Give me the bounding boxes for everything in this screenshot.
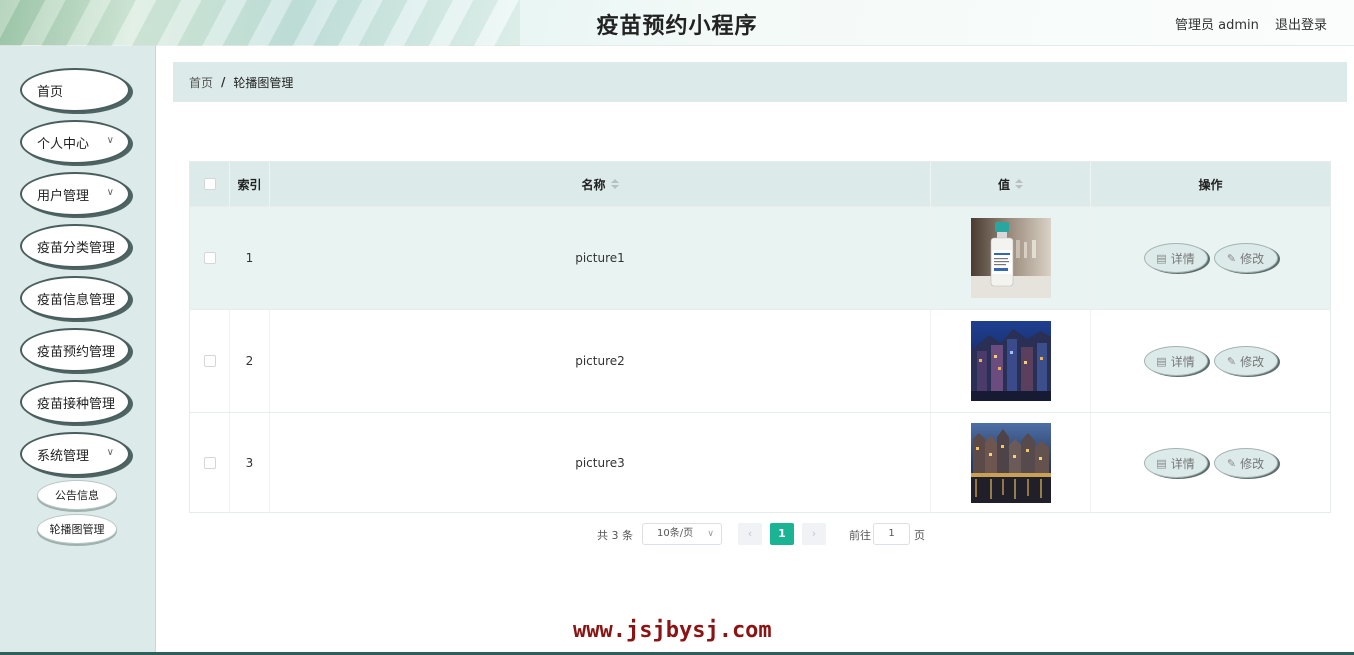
row-actions: ▤ 详情 ✎ 修改 xyxy=(1091,413,1330,513)
prev-page-button[interactable]: ‹ xyxy=(738,523,762,545)
edit-button[interactable]: ✎ 修改 xyxy=(1213,448,1278,478)
app-title: 疫苗预约小程序 xyxy=(596,14,758,39)
sidebar-item-label: 疫苗接种管理 xyxy=(37,396,116,412)
goto-page-input[interactable]: 1 xyxy=(873,523,910,545)
pagination: 共 3 条 10条/页 ∨ ‹ 1 › 前往 1 页 xyxy=(0,523,1354,545)
row-index: 3 xyxy=(230,413,270,513)
row-checkbox[interactable] xyxy=(203,355,216,367)
table-row: 2 picture2 ▤ 详情 ✎ 修改 xyxy=(190,309,1330,412)
document-icon: ▤ xyxy=(1156,354,1167,368)
edit-button-label: 修改 xyxy=(1240,354,1265,369)
sidebar-item-label: 疫苗信息管理 xyxy=(37,292,116,308)
city-night-image[interactable] xyxy=(970,321,1051,401)
breadcrumb: 首页 / 轮播图管理 xyxy=(173,62,1347,102)
chevron-down-icon: ∨ xyxy=(106,135,114,146)
page-size-value: 10条/页 xyxy=(657,528,694,539)
table-row: 1 picture1 ▤ 详情 ✎ 修改 xyxy=(190,206,1330,309)
pencil-icon: ✎ xyxy=(1226,456,1237,470)
row-checkbox[interactable] xyxy=(203,457,216,469)
sidebar-subitem-notices[interactable]: 公告信息 xyxy=(37,480,117,510)
sort-icon[interactable] xyxy=(1015,179,1023,189)
pencil-icon: ✎ xyxy=(1226,354,1237,368)
logout-link[interactable]: 退出登录 xyxy=(1275,14,1327,33)
header-name[interactable]: 名称 xyxy=(270,162,931,206)
edit-button-label: 修改 xyxy=(1240,456,1265,471)
admin-label: 管理员 admin xyxy=(1175,18,1259,33)
row-value-cell xyxy=(931,207,1091,309)
chevron-down-icon: ∨ xyxy=(707,529,714,539)
row-index: 1 xyxy=(230,207,270,309)
sidebar-item-vaccine-booking[interactable]: 疫苗预约管理 xyxy=(20,328,130,372)
header-value[interactable]: 值 xyxy=(931,162,1091,206)
edit-button[interactable]: ✎ 修改 xyxy=(1213,243,1278,273)
detail-button[interactable]: ▤ 详情 xyxy=(1143,346,1208,376)
header-index: 索引 xyxy=(230,162,270,206)
watermark: www.jsjbysj.com xyxy=(573,618,772,643)
breadcrumb-home[interactable]: 首页 xyxy=(189,74,213,91)
detail-button-label: 详情 xyxy=(1170,354,1195,369)
chevron-down-icon: ∨ xyxy=(106,187,114,198)
edit-button-label: 修改 xyxy=(1240,251,1265,266)
pagination-total: 共 3 条 xyxy=(597,529,633,542)
sidebar-item-vaccination[interactable]: 疫苗接种管理 xyxy=(20,380,130,424)
next-page-button[interactable]: › xyxy=(802,523,826,545)
row-value-cell xyxy=(931,413,1091,513)
sidebar-item-vaccine-category[interactable]: 疫苗分类管理 xyxy=(20,224,130,268)
chevron-down-icon: ∨ xyxy=(106,447,114,458)
row-name: picture3 xyxy=(270,413,931,513)
sidebar-item-vaccine-info[interactable]: 疫苗信息管理 xyxy=(20,276,130,320)
sidebar: 首页 个人中心 ∨ 用户管理 ∨ 疫苗分类管理 疫苗信息管理 疫苗预约管理 疫苗… xyxy=(0,46,156,655)
row-actions: ▤ 详情 ✎ 修改 xyxy=(1091,310,1330,412)
sidebar-item-label: 首页 xyxy=(37,84,64,100)
document-icon: ▤ xyxy=(1156,251,1167,265)
sidebar-item-label: 疫苗分类管理 xyxy=(37,240,116,256)
sidebar-item-system[interactable]: 系统管理 ∨ xyxy=(20,432,130,476)
goto-label: 前往 xyxy=(849,529,871,542)
breadcrumb-separator: / xyxy=(221,75,226,89)
canal-houses-image[interactable] xyxy=(970,423,1051,503)
sidebar-subitem-label: 公告信息 xyxy=(55,489,99,502)
detail-button[interactable]: ▤ 详情 xyxy=(1143,243,1208,273)
header-value-label: 值 xyxy=(997,177,1010,192)
select-all-checkbox[interactable] xyxy=(203,178,216,190)
header-select-all-cell xyxy=(190,162,230,206)
table-header: 索引 名称 值 操作 xyxy=(190,162,1330,206)
sidebar-item-home[interactable]: 首页 xyxy=(20,68,130,112)
detail-button[interactable]: ▤ 详情 xyxy=(1143,448,1208,478)
sidebar-item-label: 个人中心 xyxy=(37,136,90,152)
pencil-icon: ✎ xyxy=(1226,251,1237,265)
carousel-table: 索引 名称 值 操作 1 picture1 ▤ 详情 ✎ 修改 2 pictur… xyxy=(189,161,1331,513)
row-actions: ▤ 详情 ✎ 修改 xyxy=(1091,207,1330,309)
header-name-label: 名称 xyxy=(581,177,606,192)
goto-unit: 页 xyxy=(914,529,925,542)
sidebar-item-label: 系统管理 xyxy=(37,448,90,464)
page-size-select[interactable]: 10条/页 ∨ xyxy=(642,523,722,545)
sidebar-item-profile[interactable]: 个人中心 ∨ xyxy=(20,120,130,164)
sort-icon[interactable] xyxy=(610,179,619,189)
top-header: 疫苗预约小程序 管理员 admin 退出登录 xyxy=(0,0,1354,46)
row-name: picture2 xyxy=(270,310,931,412)
table-row: 3 picture3 ▤ 详情 ✎ 修改 xyxy=(190,412,1330,513)
page-number-1[interactable]: 1 xyxy=(770,523,794,545)
edit-button[interactable]: ✎ 修改 xyxy=(1213,346,1278,376)
breadcrumb-current: 轮播图管理 xyxy=(233,75,294,90)
sidebar-item-users[interactable]: 用户管理 ∨ xyxy=(20,172,130,216)
row-select-cell xyxy=(190,310,230,412)
detail-button-label: 详情 xyxy=(1170,251,1195,266)
row-value-cell xyxy=(931,310,1091,412)
sidebar-item-label: 用户管理 xyxy=(37,188,90,204)
row-select-cell xyxy=(190,207,230,309)
vaccine-vial-image[interactable] xyxy=(970,218,1051,298)
row-index: 2 xyxy=(230,310,270,412)
row-checkbox[interactable] xyxy=(203,252,216,264)
sidebar-item-label: 疫苗预约管理 xyxy=(37,344,116,360)
document-icon: ▤ xyxy=(1156,456,1167,470)
header-action: 操作 xyxy=(1198,177,1223,192)
row-name: picture1 xyxy=(270,207,931,309)
row-select-cell xyxy=(190,413,230,513)
detail-button-label: 详情 xyxy=(1170,456,1195,471)
